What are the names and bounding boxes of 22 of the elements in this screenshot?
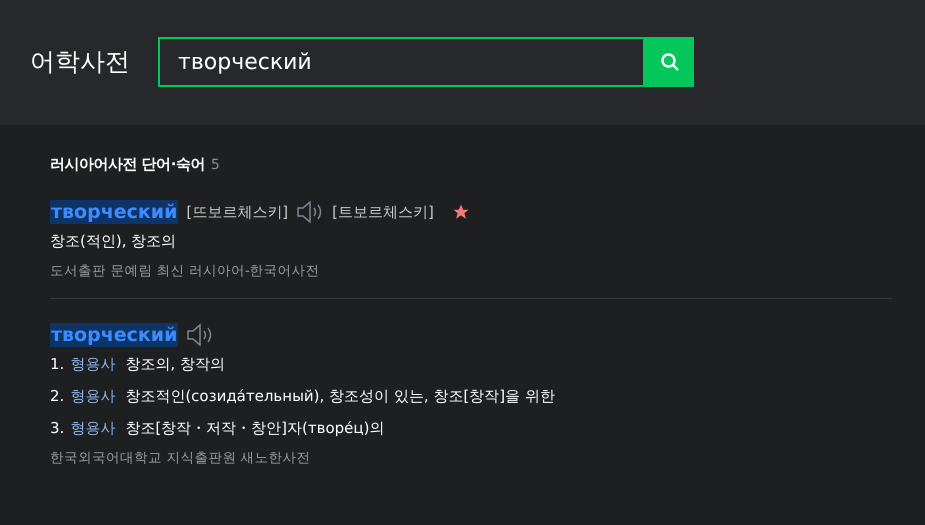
sense-number: 2. bbox=[50, 387, 64, 406]
part-of-speech: 형용사 bbox=[70, 355, 116, 374]
star-icon[interactable] bbox=[452, 203, 470, 221]
dictionary-source: 한국외국어대학교 지식출판원 새노한사전 bbox=[50, 449, 312, 467]
headword-link[interactable]: творческий bbox=[50, 200, 178, 224]
result-count: 5 bbox=[210, 157, 220, 173]
section-title: 러시아어사전 단어·숙어 bbox=[50, 155, 205, 174]
search-icon bbox=[660, 52, 680, 72]
part-of-speech: 형용사 bbox=[70, 419, 116, 438]
meaning-text: 창조의, 창작의 bbox=[125, 355, 225, 374]
meaning-text: 창조[창작・저작・창안]자(творе́ц)의 bbox=[125, 419, 384, 438]
sense-number: 1. bbox=[50, 355, 64, 374]
search-field[interactable]: творческий bbox=[158, 37, 645, 87]
part-of-speech: 형용사 bbox=[70, 387, 116, 406]
dictionary-source: 도서출판 문예림 최신 러시아어-한국어사전 bbox=[50, 262, 321, 280]
sense-number: 3. bbox=[50, 419, 64, 438]
pronunciation: [트보르체스키] bbox=[332, 202, 434, 222]
pronunciation: [뜨보르체스키] bbox=[186, 202, 288, 222]
meaning-text: 창조(적인), 창조의 bbox=[50, 232, 176, 251]
dictionary-title[interactable]: 어학사전 bbox=[30, 45, 130, 78]
headword-link[interactable]: творческий bbox=[50, 323, 178, 347]
meaning-text: 창조적인(созида́тельный), 창조성이 있는, 창조[창작]을 위한 bbox=[125, 387, 555, 406]
